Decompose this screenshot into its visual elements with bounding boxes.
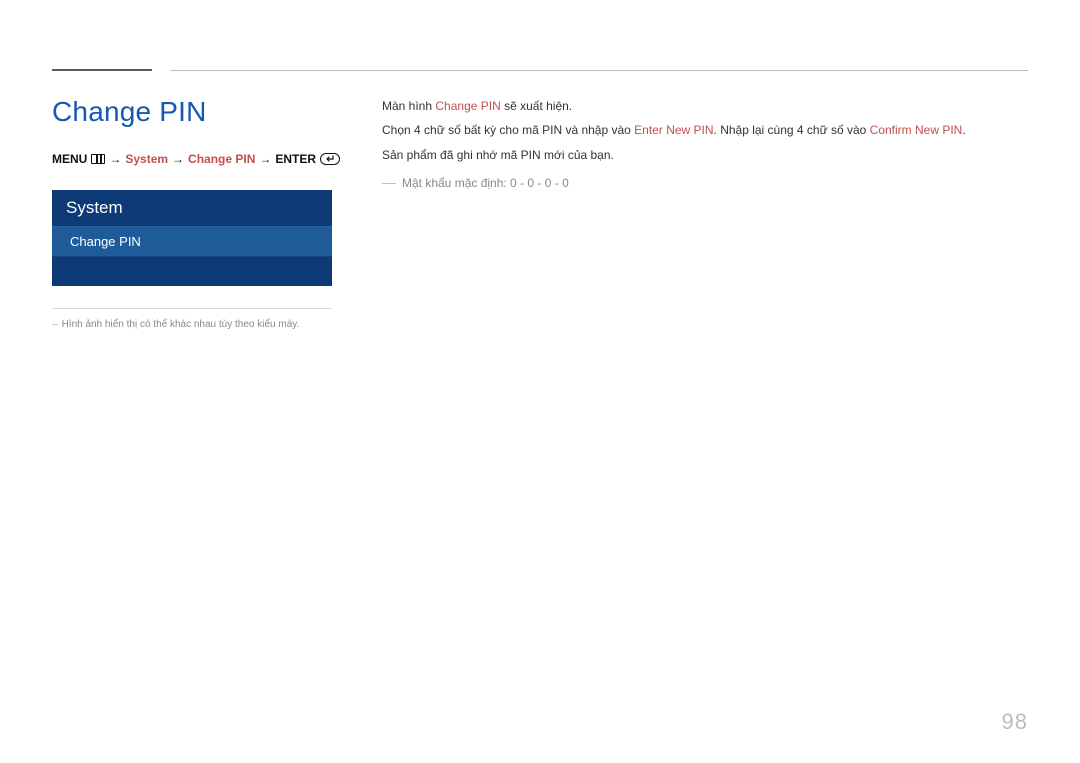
breadcrumb-change-pin: Change PIN: [188, 152, 255, 166]
osd-menu-box: System Change PIN: [52, 190, 332, 286]
left-footnote: – Hình ảnh hiển thị có thể khác nhau tùy…: [52, 317, 348, 332]
left-divider: [52, 308, 332, 309]
body-line-2-end: Confirm New PIN: [870, 123, 963, 137]
breadcrumb-enter-label: ENTER: [275, 152, 316, 166]
page-title: Change PIN: [52, 96, 348, 128]
right-column: Màn hình Change PIN sẽ xuất hiện. Chọn 4…: [382, 96, 1028, 332]
top-rule-thin: [170, 70, 1028, 71]
breadcrumb: MENU → System → Change PIN → ENTER: [52, 152, 348, 166]
top-rule-thick: [52, 69, 152, 71]
osd-menu-item-change-pin: Change PIN: [52, 226, 332, 256]
content-columns: Change PIN MENU → System → Change PIN → …: [52, 96, 1028, 332]
osd-menu-item-empty: [52, 256, 332, 286]
page: Change PIN MENU → System → Change PIN → …: [0, 0, 1080, 763]
left-column: Change PIN MENU → System → Change PIN → …: [52, 96, 382, 332]
body-line-2-mid: Enter New PIN: [634, 123, 713, 137]
body-line-2-period: .: [962, 123, 965, 137]
body-line-1-post: sẽ xuất hiện.: [501, 99, 572, 113]
body-note: ― Mật khẩu mặc định: 0 - 0 - 0 - 0: [382, 171, 1028, 195]
page-number: 98: [1002, 709, 1028, 735]
breadcrumb-arrow: →: [172, 152, 184, 166]
menu-icon: [91, 154, 105, 164]
breadcrumb-menu-label: MENU: [52, 152, 87, 166]
left-footnote-text: Hình ảnh hiển thị có thể khác nhau tùy t…: [62, 317, 300, 332]
osd-menu-header: System: [52, 190, 332, 226]
body-line-1: Màn hình Change PIN sẽ xuất hiện.: [382, 96, 1028, 116]
footnote-dash: –: [52, 317, 58, 332]
body-line-2-pre: Chọn 4 chữ số bất kỳ cho mã PIN và nhập …: [382, 123, 634, 137]
note-dash-icon: ―: [382, 171, 396, 195]
body-note-text: Mật khẩu mặc định: 0 - 0 - 0 - 0: [402, 173, 569, 193]
body-line-1-mid: Change PIN: [435, 99, 500, 113]
breadcrumb-system: System: [125, 152, 168, 166]
body-line-2: Chọn 4 chữ số bất kỳ cho mã PIN và nhập …: [382, 120, 1028, 140]
breadcrumb-arrow: →: [109, 152, 121, 166]
body-line-3: Sản phẩm đã ghi nhớ mã PIN mới của bạn.: [382, 145, 1028, 165]
body-line-1-pre: Màn hình: [382, 99, 435, 113]
body-line-2-mid2: . Nhập lại cùng 4 chữ số vào: [714, 123, 870, 137]
enter-icon: [320, 153, 340, 165]
breadcrumb-arrow: →: [259, 152, 271, 166]
